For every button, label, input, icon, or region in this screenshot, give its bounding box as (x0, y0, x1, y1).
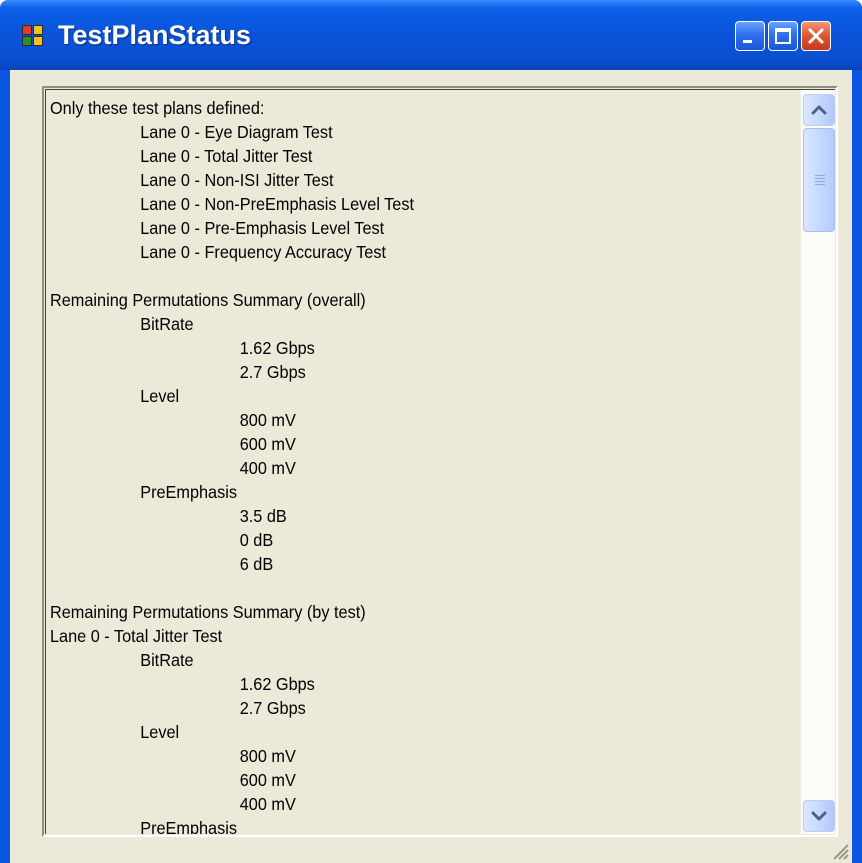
scroll-thumb[interactable] (803, 128, 835, 232)
status-line: 800 mV (239, 410, 296, 430)
status-line: PreEmphasis (140, 818, 238, 834)
close-icon (808, 28, 824, 44)
chevron-up-icon (811, 105, 827, 115)
status-line: 3.5 dB (239, 506, 287, 526)
status-line: Lane 0 - Total Jitter Test (50, 626, 223, 646)
status-line: 400 mV (239, 458, 296, 478)
window-title: TestPlanStatus (58, 20, 252, 50)
status-line: 6 dB (239, 554, 274, 574)
status-line: 600 mV (239, 770, 296, 790)
title-bar[interactable]: TestPlanStatus (0, 0, 862, 70)
status-line: 600 mV (239, 434, 296, 454)
minimize-icon (743, 40, 752, 43)
status-line: Lane 0 - Frequency Accuracy Test (140, 242, 386, 262)
status-text-area[interactable]: Only these test plans defined: Lane 0 - E… (45, 89, 835, 834)
status-line: Lane 0 - Non-PreEmphasis Level Test (140, 194, 415, 214)
window-body: Only these test plans defined: Lane 0 - E… (10, 70, 852, 863)
status-line: BitRate (140, 314, 194, 334)
close-button[interactable] (801, 21, 831, 51)
status-line: PreEmphasis (140, 482, 238, 502)
status-line: Lane 0 - Eye Diagram Test (140, 122, 333, 142)
status-line: Lane 0 - Total Jitter Test (140, 146, 313, 166)
status-line: 1.62 Gbps (239, 674, 315, 694)
status-text-lines: Only these test plans defined: Lane 0 - E… (50, 96, 738, 834)
status-line: Lane 0 - Pre-Emphasis Level Test (140, 218, 385, 238)
status-line: Lane 0 - Non-ISI Jitter Test (140, 170, 334, 190)
status-line: BitRate (140, 650, 194, 670)
status-line: Only these test plans defined: (50, 98, 265, 118)
vertical-scrollbar[interactable] (800, 90, 835, 834)
status-text-panel: Only these test plans defined: Lane 0 - E… (42, 86, 838, 837)
chevron-down-icon (811, 811, 827, 821)
application-icon[interactable] (22, 25, 44, 47)
status-line: 2.7 Gbps (239, 362, 306, 382)
status-line: Remaining Permutations Summary (by test) (50, 602, 366, 622)
maximize-icon (775, 28, 791, 44)
status-line: 1.62 Gbps (239, 338, 315, 358)
status-line: 400 mV (239, 794, 296, 814)
status-line: Level (140, 722, 180, 742)
minimize-button[interactable] (735, 21, 765, 51)
testplanstatus-window: TestPlanStatus Only these test plans def… (0, 0, 862, 863)
status-line: 2.7 Gbps (239, 698, 306, 718)
status-line: Level (140, 386, 180, 406)
status-line: 800 mV (239, 746, 296, 766)
status-line: Remaining Permutations Summary (overall) (50, 290, 366, 310)
maximize-button[interactable] (768, 21, 798, 51)
scroll-up-button[interactable] (803, 94, 835, 126)
status-line: 0 dB (239, 530, 274, 550)
scroll-down-button[interactable] (803, 800, 835, 832)
resize-grip-icon[interactable] (830, 841, 850, 861)
